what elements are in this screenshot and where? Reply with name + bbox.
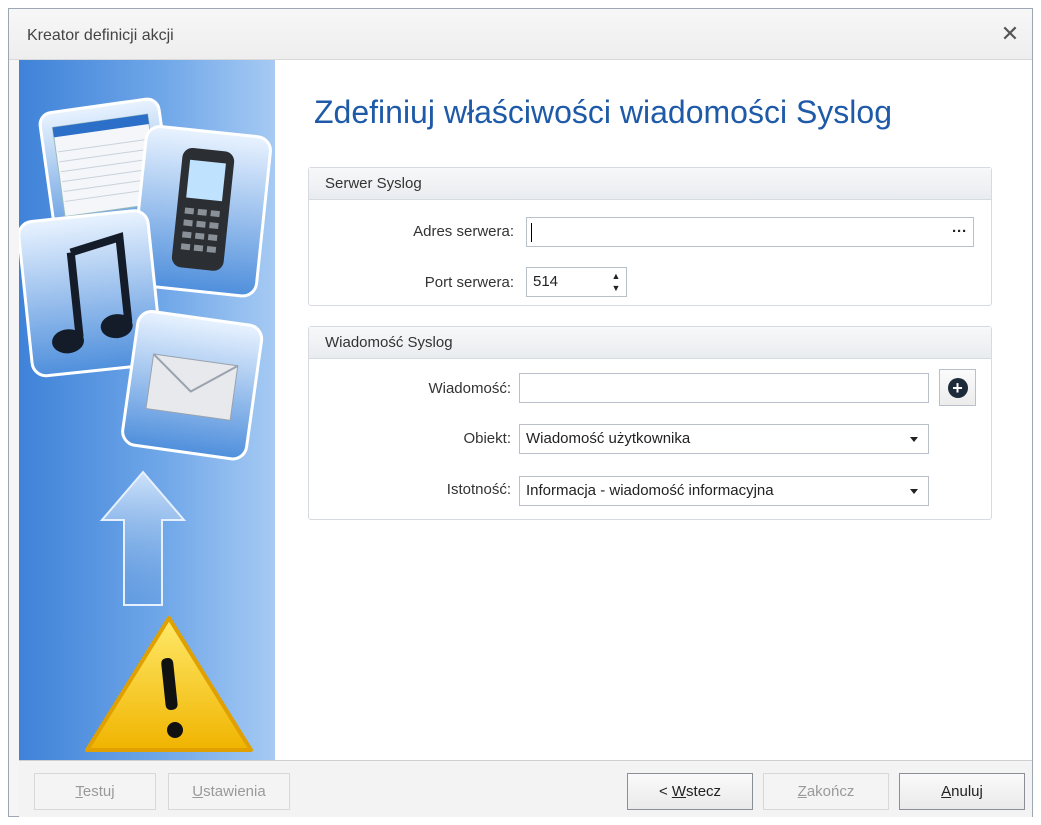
footer-bar: Testuj Ustawienia < Wstecz Zakończ Anulu…: [19, 760, 1032, 817]
message-label: Wiadomość:: [428, 380, 511, 397]
window-title: Kreator definicji akcji: [27, 27, 174, 44]
severity-select[interactable]: Informacja - wiadomość informacyjna: [519, 476, 929, 506]
server-group-title: Serwer Syslog: [309, 168, 991, 200]
back-button[interactable]: < Wstecz: [627, 773, 753, 810]
dropdown-arrow-icon: [910, 489, 918, 494]
wizard-window: Kreator definicji akcji ✕ Zdefiniuj właś…: [8, 8, 1033, 817]
address-label: Adres serwera:: [413, 223, 514, 240]
text-caret: [531, 223, 532, 242]
cancel-button[interactable]: Anuluj: [899, 773, 1025, 810]
message-group-title: Wiadomość Syslog: [309, 327, 991, 359]
object-label: Obiekt:: [463, 430, 511, 447]
settings-button[interactable]: Ustawienia: [168, 773, 290, 810]
ellipsis-icon[interactable]: ···: [952, 218, 967, 246]
spin-icon[interactable]: ▲ ▼: [610, 271, 622, 293]
port-label: Port serwera:: [424, 274, 514, 291]
dropdown-arrow-icon: [910, 437, 918, 442]
object-select[interactable]: Wiadomość użytkownika: [519, 424, 929, 454]
message-input[interactable]: [519, 373, 929, 403]
add-icon: +: [947, 377, 968, 398]
server-group: Serwer Syslog Adres serwera: ··· Port se…: [308, 167, 992, 306]
message-group: Wiadomość Syslog Wiadomość: + Obiekt: Wi…: [308, 326, 992, 520]
finish-button[interactable]: Zakończ: [763, 773, 889, 810]
up-arrow-icon: [99, 470, 187, 606]
severity-label: Istotność:: [446, 481, 511, 498]
illustration-graphic: [19, 97, 272, 752]
port-stepper[interactable]: 514 ▲ ▼: [526, 267, 627, 297]
title-bar: Kreator definicji akcji ✕: [9, 9, 1032, 60]
mail-card-icon: [121, 309, 264, 461]
test-button[interactable]: Testuj: [34, 773, 156, 810]
address-input[interactable]: ···: [526, 217, 974, 247]
page-title: Zdefiniuj właściwości wiadomości Syslog: [314, 94, 892, 130]
port-value: 514: [533, 273, 559, 290]
add-button[interactable]: +: [939, 369, 976, 406]
sidebar-illustration: [19, 60, 275, 760]
close-icon[interactable]: ✕: [998, 21, 1022, 46]
content-panel: Zdefiniuj właściwości wiadomości Syslog …: [275, 60, 1032, 760]
